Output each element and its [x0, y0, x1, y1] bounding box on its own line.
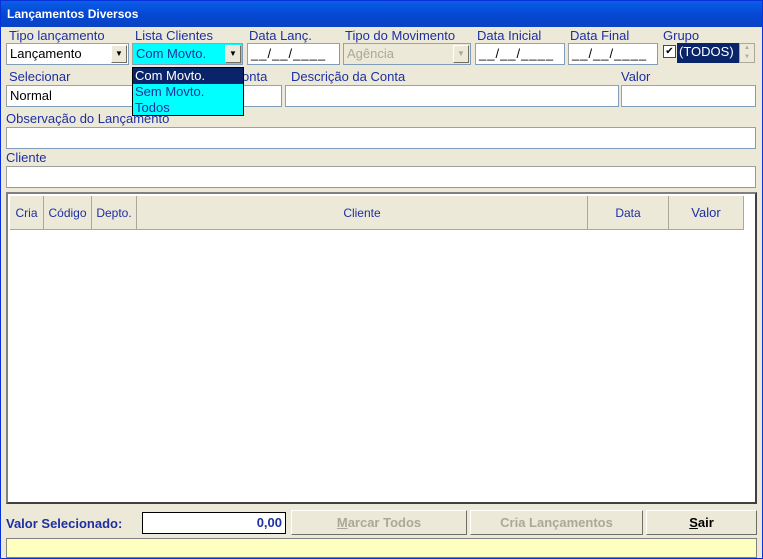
valor-label: Valor: [621, 69, 651, 84]
data-lanc-input[interactable]: __/__/____: [247, 43, 340, 65]
grupo-checkbox[interactable]: ✔: [663, 45, 676, 58]
tipo-lancamento-select[interactable]: Lançamento ▼: [6, 43, 129, 65]
sair-button[interactable]: Sair: [646, 510, 757, 535]
data-inicial-value: __/__/____: [479, 46, 555, 61]
column-header-depto[interactable]: Depto.: [92, 196, 137, 230]
column-header-cliente[interactable]: Cliente: [137, 196, 588, 230]
chevron-down-icon[interactable]: ▼: [740, 53, 754, 62]
chevron-down-icon[interactable]: ▼: [225, 45, 241, 63]
lista-clientes-value: Com Movto.: [136, 46, 207, 61]
selecionar-value: Normal: [10, 88, 52, 103]
column-header-data[interactable]: Data: [588, 196, 669, 230]
cliente-input[interactable]: [6, 166, 756, 188]
lista-clientes-label: Lista Clientes: [135, 28, 214, 43]
observacao-input[interactable]: [6, 127, 756, 149]
column-header-cria[interactable]: Cria: [10, 196, 44, 230]
descricao-conta-label: Descrição da Conta: [291, 69, 406, 84]
status-bar: [6, 538, 757, 558]
check-icon: ✔: [665, 46, 674, 57]
column-header-valor[interactable]: Valor: [669, 196, 744, 230]
tipo-movimento-select[interactable]: Agência ▼: [343, 43, 471, 65]
selecionar-label: Selecionar: [9, 69, 71, 84]
tipo-movimento-value: Agência: [347, 46, 394, 61]
cria-lancamentos-button[interactable]: Cria Lançamentos: [470, 510, 643, 535]
grid-header: Cria Código Depto. Cliente Data Valor: [10, 196, 744, 230]
conta-label: onta: [242, 69, 268, 84]
valor-input[interactable]: [621, 85, 756, 107]
cliente-label: Cliente: [6, 150, 47, 165]
tipo-lancamento-value: Lançamento: [10, 46, 82, 61]
data-inicial-label: Data Inicial: [477, 28, 542, 43]
tipo-lancamento-label: Tipo lançamento: [9, 28, 105, 43]
data-final-input[interactable]: __/__/____: [568, 43, 658, 65]
tipo-movimento-label: Tipo do Movimento: [345, 28, 456, 43]
valor-selecionado-label: Valor Selecionado:: [6, 516, 123, 531]
chevron-up-icon[interactable]: ▲: [740, 44, 754, 53]
data-final-label: Data Final: [570, 28, 630, 43]
data-inicial-input[interactable]: __/__/____: [475, 43, 565, 65]
lancamentos-grid[interactable]: Cria Código Depto. Cliente Data Valor: [6, 192, 757, 504]
dropdown-option[interactable]: Sem Movto.: [133, 84, 243, 100]
valor-selecionado-value: 0,00: [142, 512, 286, 534]
marcar-todos-post: arcar Todos: [347, 515, 422, 530]
data-final-value: __/__/____: [572, 46, 648, 61]
grupo-label: Grupo: [663, 28, 700, 43]
grupo-value[interactable]: (TODOS): [677, 43, 739, 63]
lista-clientes-dropdown: Com Movto. Sem Movto. Todos: [132, 67, 244, 116]
column-header-codigo[interactable]: Código: [44, 196, 92, 230]
window-title: Lançamentos Diversos: [1, 1, 762, 27]
sair-accel: S: [689, 515, 698, 530]
data-lanc-value: __/__/____: [251, 46, 327, 61]
descricao-conta-input[interactable]: [285, 85, 619, 107]
lista-clientes-select[interactable]: Com Movto. ▼: [132, 43, 243, 65]
dropdown-option[interactable]: Com Movto.: [133, 68, 243, 84]
dropdown-option[interactable]: Todos: [133, 100, 243, 116]
marcar-todos-accel: M: [336, 515, 348, 530]
data-lanc-label: Data Lanç.: [249, 28, 312, 43]
main-window: Lançamentos Diversos Tipo lançamento Lis…: [0, 0, 763, 559]
marcar-todos-button[interactable]: Marcar Todos: [291, 510, 467, 535]
chevron-down-icon: ▼: [453, 45, 469, 63]
grupo-spinner[interactable]: ▲ ▼: [739, 43, 755, 63]
chevron-down-icon[interactable]: ▼: [111, 45, 127, 63]
sair-post: air: [697, 515, 714, 530]
